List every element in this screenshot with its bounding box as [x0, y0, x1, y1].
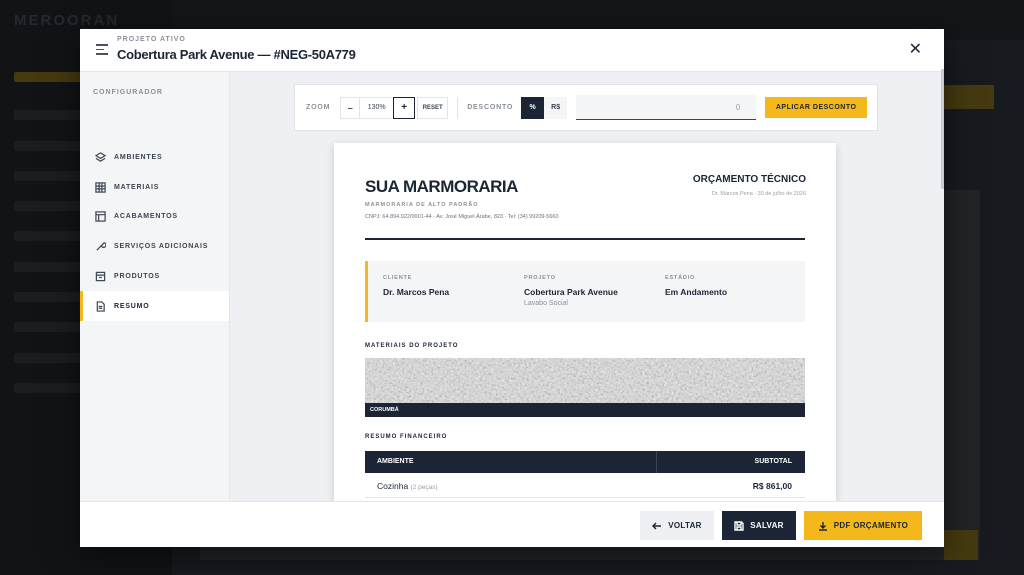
back-button[interactable]: VOLTAR	[640, 511, 714, 540]
company-address: CNPJ: 64.894.922/0001-44 · Av. José Migu…	[365, 214, 559, 220]
save-icon	[734, 520, 744, 531]
sidebar-item-label: ACABAMENTOS	[114, 212, 178, 220]
financial-section-title: RESUMO FINANCEIRO	[365, 434, 448, 440]
modal-header: PROJETO ATIVO Cobertura Park Avenue — #N…	[80, 29, 944, 72]
row-environment: Cozinha (2 peças)	[377, 481, 438, 491]
project-name: Cobertura Park Avenue	[524, 287, 618, 297]
configurator-label: CONFIGURADOR	[93, 89, 163, 96]
download-icon	[818, 521, 827, 531]
document-icon	[96, 300, 105, 312]
layers-icon	[95, 151, 106, 162]
arrow-left-icon	[652, 522, 662, 529]
column-divider	[656, 451, 657, 473]
quote-document: SUA MARMORARIA MARMORARIA DE ALTO PADRÃO…	[334, 143, 836, 501]
project-label: PROJETO	[524, 275, 556, 281]
sidebar-item-label: RESUMO	[114, 302, 150, 310]
modal-scrollbar[interactable]	[941, 69, 944, 189]
preview-toolbar: ZOOM – 130% + RESET DESCONTO % R$ 0 APLI…	[294, 84, 878, 131]
client-block: CLIENTE Dr. Marcos Pena	[383, 275, 449, 297]
document-type: ORÇAMENTO TÉCNICO	[692, 174, 806, 185]
sidebar-item-acabamentos[interactable]: ACABAMENTOS	[80, 201, 229, 231]
material-caption: CORUMBÁ	[365, 403, 805, 417]
toolbar-divider	[457, 96, 459, 119]
grid-icon	[95, 181, 106, 193]
granite-texture-image	[365, 358, 805, 403]
discount-currency-toggle[interactable]: R$	[544, 96, 568, 119]
header-rule	[365, 238, 805, 240]
box-icon	[95, 271, 106, 281]
pdf-label: PDF ORÇAMENTO	[833, 521, 909, 530]
project-title: Cobertura Park Avenue — #NEG-50A779	[117, 47, 356, 62]
panel-icon	[95, 210, 106, 222]
modal-footer: VOLTAR SALVAR PDF ORÇAMENTO	[80, 501, 944, 547]
materials-section-title: MATERIAIS DO PROJETO	[365, 343, 459, 349]
document-meta: Dr. Marcos Pena · 30 de julho de 2026	[711, 191, 806, 197]
sidebar-item-label: PRODUTOS	[114, 272, 160, 280]
project-modal: PROJETO ATIVO Cobertura Park Avenue — #N…	[80, 29, 944, 547]
client-name: Dr. Marcos Pena	[383, 287, 450, 297]
project-block: PROJETO Cobertura Park Avenue Lavabo Soc…	[524, 275, 618, 307]
sidebar-item-label: MATERIAIS	[114, 183, 160, 191]
apply-discount-button[interactable]: APLICAR DESCONTO	[765, 97, 868, 118]
pdf-quote-button[interactable]: PDF ORÇAMENTO	[804, 511, 922, 540]
sidebar-item-materiais[interactable]: MATERIAIS	[80, 172, 229, 202]
status-label: ESTÁDIO	[665, 275, 696, 281]
zoom-label: ZOOM	[306, 104, 331, 111]
wrench-icon	[96, 241, 106, 251]
environment-name: Cozinha	[377, 481, 409, 491]
row-subtotal: R$ 861,00	[752, 481, 792, 491]
table-row: Cozinha (2 peças) R$ 861,00	[365, 473, 805, 498]
status-block: ESTÁDIO Em Andamento	[665, 275, 727, 297]
status-value: Em Andamento	[665, 287, 728, 297]
sidebar-item-label: SERVIÇOS ADICIONAIS	[114, 242, 209, 250]
company-tagline: MARMORARIA DE ALTO PADRÃO	[365, 202, 479, 208]
sidebar-item-produtos[interactable]: PRODUTOS	[80, 261, 229, 291]
project-environment: Lavabo Social	[524, 300, 568, 307]
discount-input[interactable]: 0	[576, 95, 757, 120]
save-button[interactable]: SALVAR	[722, 511, 796, 540]
zoom-reset-button[interactable]: RESET	[417, 96, 449, 119]
close-icon[interactable]: ✕	[909, 42, 922, 58]
column-header-environment: AMBIENTE	[377, 458, 414, 465]
back-label: VOLTAR	[668, 521, 702, 530]
sidebar-item-label: AMBIENTES	[114, 153, 163, 161]
discount-label: DESCONTO	[467, 104, 514, 111]
client-label: CLIENTE	[383, 275, 413, 281]
save-label: SALVAR	[750, 521, 784, 530]
zoom-in-button[interactable]: +	[393, 96, 416, 119]
zoom-out-button[interactable]: –	[340, 96, 361, 119]
preview-area[interactable]: ZOOM – 130% + RESET DESCONTO % R$ 0 APLI…	[230, 72, 944, 501]
sidebar-item-ambientes[interactable]: AMBIENTES	[80, 142, 229, 172]
column-header-subtotal: SUBTOTAL	[754, 458, 792, 465]
project-label: PROJETO ATIVO	[117, 36, 186, 43]
menu-icon[interactable]	[96, 44, 108, 58]
sidebar-item-servicos-adicionais[interactable]: SERVIÇOS ADICIONAIS	[80, 231, 229, 261]
piece-count: (2 peças)	[410, 484, 438, 491]
company-name: SUA MARMORARIA	[365, 177, 518, 196]
configurator-sidebar: CONFIGURADOR AMBIENTES MATERIAIS ACABAME…	[80, 72, 230, 501]
table-header: AMBIENTE SUBTOTAL	[365, 451, 805, 473]
sidebar-item-resumo[interactable]: RESUMO	[80, 291, 229, 321]
discount-percent-toggle[interactable]: %	[521, 96, 545, 119]
zoom-value: 130%	[360, 96, 394, 119]
client-info-panel: CLIENTE Dr. Marcos Pena PROJETO Cobertur…	[365, 261, 805, 322]
